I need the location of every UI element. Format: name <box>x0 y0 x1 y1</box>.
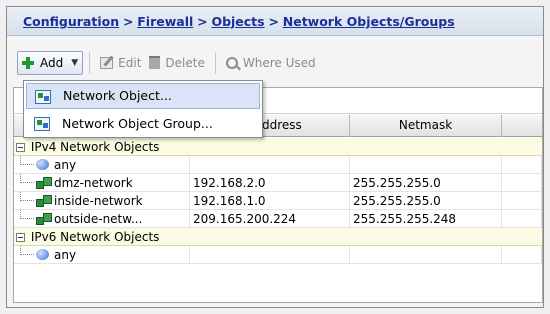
table-row[interactable]: dmz-network 192.168.2.0 255.255.255.0 <box>14 174 542 192</box>
asdm-panel: Configuration > Firewall > Objects > Net… <box>6 6 544 308</box>
extra-cell <box>502 210 542 228</box>
where-used-button-label: Where Used <box>242 55 316 70</box>
add-button-label: Add <box>40 55 64 70</box>
chevron-down-icon[interactable]: ▼ <box>71 58 78 68</box>
netmask-cell: 255.255.255.0 <box>350 174 502 192</box>
column-header-extra[interactable] <box>502 115 542 137</box>
tree-connector <box>20 210 34 219</box>
table-row[interactable]: any <box>14 246 542 264</box>
network-object-group-icon <box>34 117 50 131</box>
object-name: any <box>54 158 77 172</box>
add-button[interactable]: Add ▼ <box>17 50 84 75</box>
extra-cell <box>502 174 542 192</box>
tree-connector <box>20 174 34 183</box>
group-label: IPv4 Network Objects <box>30 140 160 154</box>
table-row[interactable]: inside-network 192.168.1.0 255.255.255.0 <box>14 192 542 210</box>
menu-item-network-object[interactable]: Network Object... <box>26 83 260 109</box>
netmask-cell <box>350 246 502 264</box>
extra-cell <box>502 156 542 174</box>
group-row-ipv4[interactable]: IPv4 Network Objects <box>14 138 542 156</box>
name-cell: dmz-network <box>14 174 190 192</box>
name-cell: inside-network <box>14 192 190 210</box>
edit-button[interactable]: Edit <box>96 51 145 75</box>
toolbar-divider <box>89 51 91 74</box>
table-body: IPv4 Network Objects any dmz-network 192… <box>14 138 542 264</box>
menu-item-label: Network Object Group... <box>62 116 213 131</box>
any-network-icon <box>36 159 50 171</box>
group-cell: IPv6 Network Objects <box>14 228 542 246</box>
trash-icon <box>149 56 161 69</box>
any-network-icon <box>36 249 50 261</box>
group-cell: IPv4 Network Objects <box>14 138 542 156</box>
menu-item-network-object-group[interactable]: Network Object Group... <box>26 111 260 137</box>
breadcrumb-separator: > <box>197 14 208 29</box>
object-name: inside-network <box>54 194 143 208</box>
tree-connector <box>20 156 34 165</box>
collapse-icon[interactable] <box>16 143 25 152</box>
breadcrumb-separator: > <box>122 14 134 29</box>
name-cell: any <box>14 156 190 174</box>
edit-icon <box>100 56 114 69</box>
where-used-button[interactable]: Where Used <box>222 51 320 75</box>
toolbar: Add ▼ Edit Delete Where Used <box>7 42 543 78</box>
breadcrumb-configuration[interactable]: Configuration <box>23 14 119 29</box>
group-row-ipv6[interactable]: IPv6 Network Objects <box>14 228 542 246</box>
breadcrumb-separator: > <box>268 14 279 29</box>
ip-cell: 192.168.2.0 <box>190 174 350 192</box>
tree-connector <box>20 192 34 201</box>
breadcrumb-objects[interactable]: Objects <box>211 14 264 29</box>
ip-cell <box>190 246 350 264</box>
collapse-icon[interactable] <box>16 233 25 242</box>
toolbar-divider <box>214 51 216 74</box>
magnifier-icon <box>225 56 238 69</box>
object-name: outside-netw... <box>54 212 143 226</box>
tree-connector <box>20 246 34 255</box>
extra-cell <box>502 246 542 264</box>
breadcrumb-firewall[interactable]: Firewall <box>137 14 193 29</box>
extra-cell <box>502 192 542 210</box>
table-row[interactable]: any <box>14 156 542 174</box>
column-header-netmask[interactable]: Netmask <box>350 115 502 137</box>
network-object-icon <box>36 177 52 189</box>
ip-cell: 209.165.200.224 <box>190 210 350 228</box>
group-label: IPv6 Network Objects <box>30 230 160 244</box>
table-row[interactable]: outside-netw... 209.165.200.224 255.255.… <box>14 210 542 228</box>
breadcrumb-network-objects-groups[interactable]: Network Objects/Groups <box>283 14 455 29</box>
ip-cell <box>190 156 350 174</box>
edit-button-label: Edit <box>118 55 142 70</box>
delete-button[interactable]: Delete <box>145 51 208 75</box>
delete-button-label: Delete <box>165 55 205 70</box>
ip-cell: 192.168.1.0 <box>190 192 350 210</box>
breadcrumb: Configuration > Firewall > Objects > Net… <box>7 7 543 36</box>
name-cell: outside-netw... <box>14 210 190 228</box>
network-object-icon <box>36 213 52 225</box>
netmask-cell: 255.255.255.248 <box>350 210 502 228</box>
netmask-cell <box>350 156 502 174</box>
object-name: dmz-network <box>54 176 133 190</box>
plus-icon <box>21 56 35 70</box>
object-name: any <box>54 248 77 262</box>
netmask-cell: 255.255.255.0 <box>350 192 502 210</box>
network-object-icon <box>35 90 51 104</box>
menu-item-label: Network Object... <box>63 88 172 103</box>
name-cell: any <box>14 246 190 264</box>
network-object-icon <box>36 195 52 207</box>
add-dropdown-menu: Network Object... Network Object Group..… <box>23 80 263 138</box>
